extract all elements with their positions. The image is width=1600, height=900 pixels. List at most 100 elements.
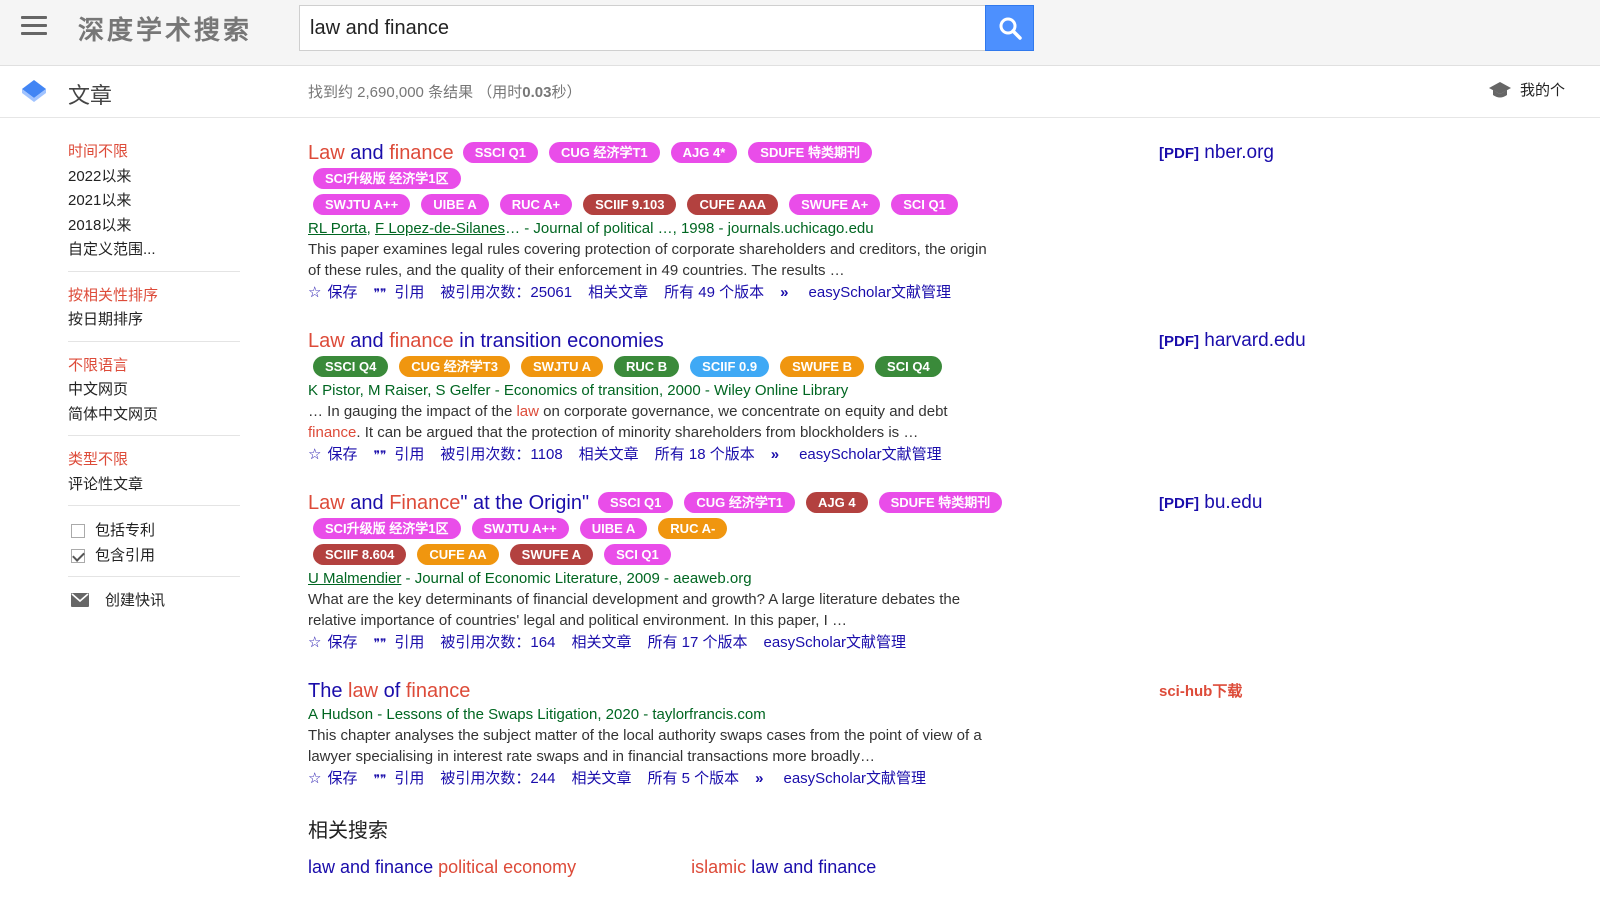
- include-citations-checkbox[interactable]: 包含引用: [68, 543, 240, 568]
- create-alert-link[interactable]: 创建快讯: [68, 589, 240, 610]
- badge-group: SSCI Q1 CUG 经济学T1 AJG 4* SDUFE 特类期刊: [458, 142, 878, 164]
- result-title: Law and finance SSCI Q1 CUG 经济学T1 AJG 4* SDU…: [308, 140, 1068, 166]
- pdf-link[interactable]: [PDF] bu.edu: [1159, 492, 1262, 513]
- meta-text: A Hudson - Lessons of the Swaps Litigati…: [308, 706, 766, 723]
- more-icon[interactable]: »: [755, 770, 763, 787]
- related-articles-link[interactable]: 相关文章: [571, 634, 631, 651]
- sort-filter: 按相关性排序 按日期排序: [68, 284, 240, 342]
- result-meta: K Pistor, M Raiser, S Gelfer - Economics…: [308, 380, 1068, 402]
- cited-by-link[interactable]: 被引用次数：25061: [440, 284, 572, 301]
- related-articles-link[interactable]: 相关文章: [571, 770, 631, 787]
- save-button[interactable]: ☆ 保存: [308, 284, 357, 301]
- result-title-link[interactable]: Law and finance: [308, 142, 454, 164]
- related-search-link[interactable]: islamic law and finance: [691, 857, 876, 877]
- journal-rank-badge: RUC A+: [499, 194, 573, 215]
- include-patents-checkbox[interactable]: 包括专利: [68, 518, 240, 543]
- save-button[interactable]: ☆ 保存: [308, 770, 357, 787]
- scihub-download-link[interactable]: sci-hub下载: [1159, 683, 1242, 700]
- all-versions-link[interactable]: 所有 17 个版本: [647, 634, 747, 651]
- journal-rank-badge: SDUFE 特类期刊: [878, 492, 1003, 513]
- my-profile-link[interactable]: 我的个: [1488, 79, 1565, 101]
- related-search-link[interactable]: law and finance political economy: [308, 857, 576, 877]
- journal-rank-badge: CUG 经济学T3: [399, 356, 510, 377]
- pdf-tag: [PDF]: [1159, 333, 1199, 350]
- badge-row: SSCI Q4 CUG 经济学T3 SWJTU A RUC B SCIIF 0.9 SWU…: [308, 356, 1068, 380]
- menu-icon[interactable]: [21, 16, 47, 36]
- filter-option[interactable]: 类型不限: [68, 448, 240, 473]
- save-label: 保存: [327, 284, 358, 301]
- cite-button[interactable]: ❞❞ 引用: [373, 284, 424, 301]
- title-text: and: [344, 142, 390, 164]
- result-title: Law and Finance" at the Origin" SSCI Q1 CU…: [308, 490, 1068, 516]
- filter-option[interactable]: 自定义范围...: [68, 238, 240, 263]
- checkbox[interactable]: [71, 523, 85, 538]
- search-button[interactable]: [985, 5, 1034, 51]
- filter-option[interactable]: 2018以来: [68, 214, 240, 239]
- filter-option[interactable]: 简体中文网页: [68, 403, 240, 428]
- quote-icon: ❞❞: [373, 772, 387, 786]
- author-link[interactable]: U Malmendier: [308, 570, 401, 587]
- pdf-site: bu.edu: [1204, 492, 1263, 513]
- articles-icon: [22, 80, 46, 102]
- graduation-cap-icon: [1489, 82, 1511, 98]
- filter-option[interactable]: 时间不限: [68, 140, 240, 165]
- filter-option[interactable]: 2021以来: [68, 189, 240, 214]
- author-link[interactable]: RL Porta: [308, 220, 367, 237]
- snippet-text: What are the key determinants of financi…: [308, 591, 961, 629]
- cited-by-link[interactable]: 被引用次数：244: [440, 770, 555, 787]
- cited-by-link[interactable]: 被引用次数：164: [440, 634, 555, 651]
- result-actions: ☆ 保存 ❞❞ 引用 被引用次数：25061 相关文章 所有 49 个版本 » easyScho…: [308, 281, 1068, 305]
- snippet-text: law: [516, 403, 539, 420]
- journal-rank-badge: SCI升级版 经济学1区: [313, 168, 461, 189]
- filter-option[interactable]: 按日期排序: [68, 308, 240, 333]
- all-versions-link[interactable]: 所有 5 个版本: [647, 770, 739, 787]
- related-articles-link[interactable]: 相关文章: [588, 284, 648, 301]
- journal-rank-badge: SCIIF 8.604: [313, 544, 407, 565]
- journal-rank-badge: SSCI Q1: [598, 492, 674, 513]
- title-text: Law: [308, 492, 345, 514]
- all-versions-link[interactable]: 所有 49 个版本: [664, 284, 764, 301]
- cite-button[interactable]: ❞❞ 引用: [373, 446, 424, 463]
- save-button[interactable]: ☆ 保存: [308, 446, 357, 463]
- cited-by-link[interactable]: 被引用次数：1108: [440, 446, 562, 463]
- more-icon[interactable]: »: [771, 446, 779, 463]
- save-label: 保存: [327, 770, 358, 787]
- easyscholar-link[interactable]: easyScholar文献管理: [799, 446, 942, 463]
- easyscholar-link[interactable]: easyScholar文献管理: [809, 284, 952, 301]
- logo[interactable]: 深度学术搜索: [78, 10, 252, 47]
- result-item: Law and finance in transition economies S…: [308, 328, 1068, 467]
- cite-button[interactable]: ❞❞ 引用: [373, 634, 424, 651]
- title-text: Law: [308, 142, 345, 164]
- pdf-link[interactable]: [PDF] nber.org: [1159, 142, 1274, 163]
- cite-button[interactable]: ❞❞ 引用: [373, 770, 424, 787]
- filter-option[interactable]: 按相关性排序: [68, 284, 240, 309]
- result-title-link[interactable]: Law and finance in transition economies: [308, 330, 664, 352]
- cite-label: 引用: [394, 284, 425, 301]
- section-title: 文章: [68, 83, 113, 108]
- title-text: law: [348, 680, 379, 702]
- result-title-link[interactable]: The law of finance: [308, 680, 470, 702]
- all-versions-link[interactable]: 所有 18 个版本: [655, 446, 755, 463]
- search-input[interactable]: [299, 5, 987, 51]
- save-button[interactable]: ☆ 保存: [308, 634, 357, 651]
- easyscholar-link[interactable]: easyScholar文献管理: [783, 770, 926, 787]
- filter-option[interactable]: 不限语言: [68, 354, 240, 379]
- result-item: The law of finance A Hudson - Lessons of …: [308, 678, 1068, 791]
- journal-rank-badge: AJG 4: [806, 492, 868, 513]
- checkbox-checked[interactable]: [71, 548, 85, 563]
- snippet-text: This paper examines legal rules covering…: [308, 241, 987, 279]
- filter-option[interactable]: 中文网页: [68, 378, 240, 403]
- related-articles-link[interactable]: 相关文章: [579, 446, 639, 463]
- journal-rank-badge: UIBE A: [421, 194, 489, 215]
- filter-option[interactable]: 2022以来: [68, 165, 240, 190]
- filter-option[interactable]: 评论性文章: [68, 473, 240, 498]
- more-icon[interactable]: »: [780, 284, 788, 301]
- author-link[interactable]: F Lopez-de-Silanes: [375, 220, 505, 237]
- result-snippet: What are the key determinants of financi…: [308, 590, 988, 631]
- include-options: 包括专利 包含引用: [68, 518, 240, 577]
- pdf-link[interactable]: [PDF] harvard.edu: [1159, 330, 1306, 351]
- result-title-link[interactable]: Law and Finance" at the Origin": [308, 492, 589, 514]
- easyscholar-link[interactable]: easyScholar文献管理: [763, 634, 906, 651]
- related-searches-links: law and finance political economy islamic…: [308, 857, 1068, 878]
- related-text: islamic: [691, 857, 747, 877]
